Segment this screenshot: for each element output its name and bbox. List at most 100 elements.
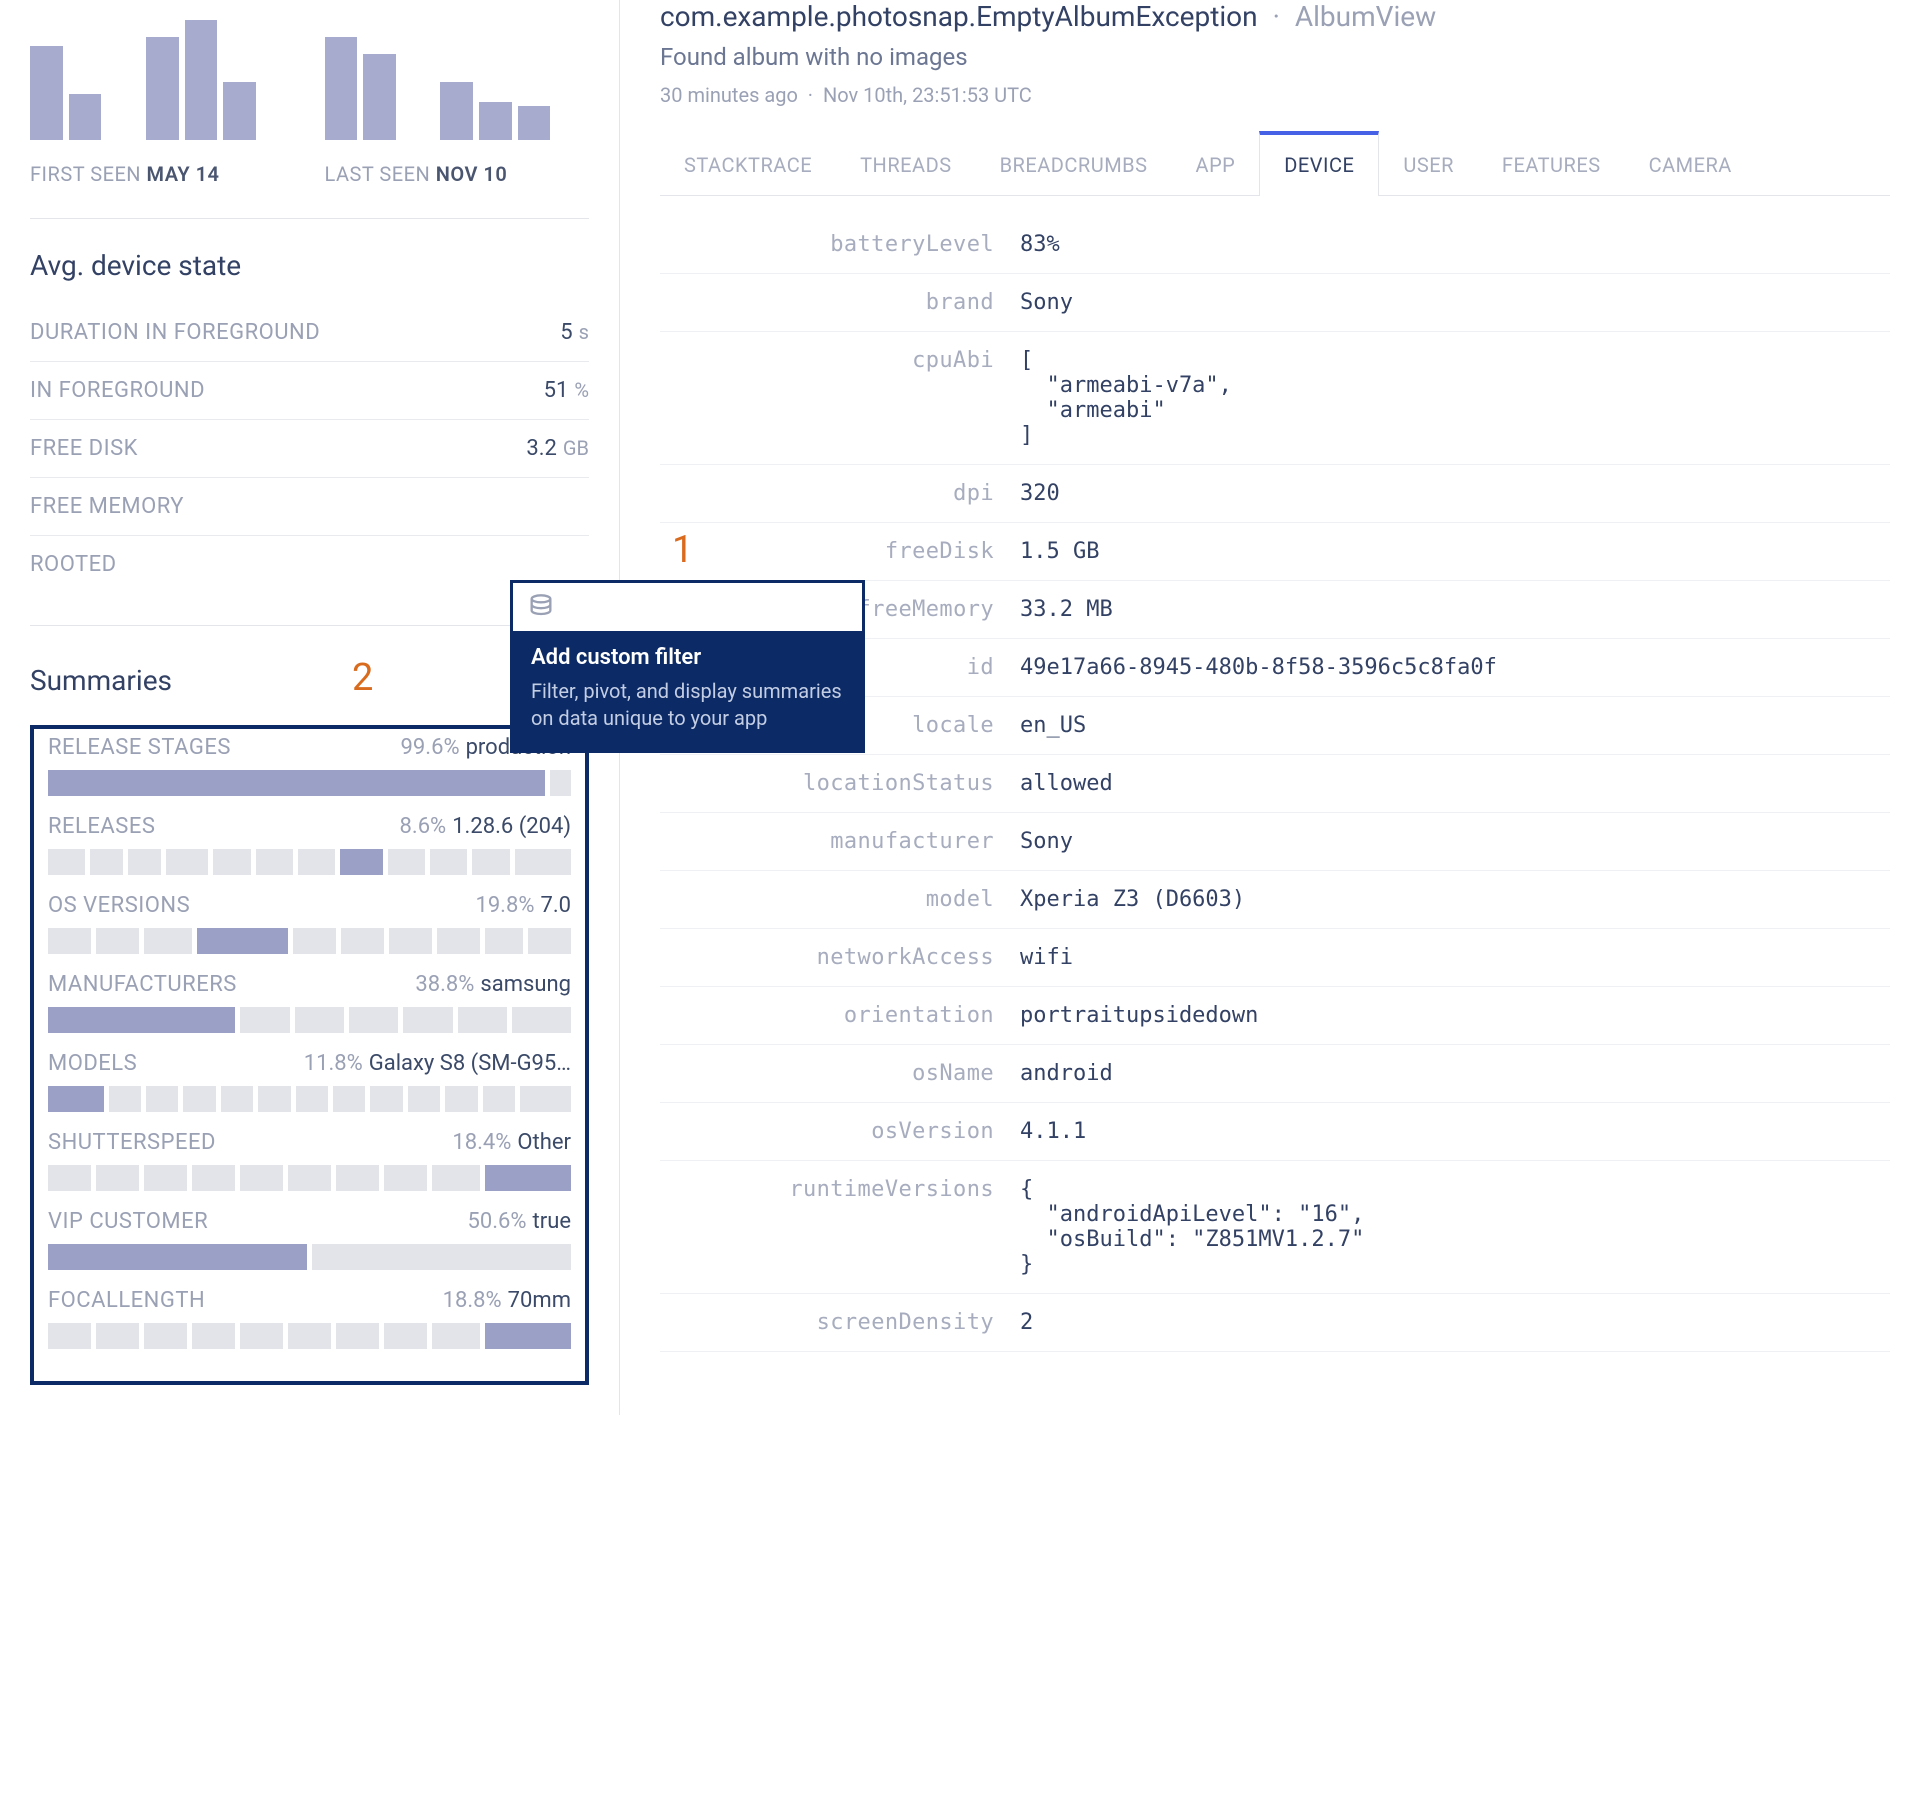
- summary-label: 70mm: [508, 1288, 571, 1313]
- device-value: 83%: [1020, 216, 1890, 274]
- device-properties-table: batteryLevel83%brandSonycpuAbi[ "armeabi…: [660, 216, 1890, 1352]
- tab-breadcrumbs[interactable]: BREADCRUMBS: [976, 131, 1172, 195]
- device-key: brand: [660, 274, 1020, 332]
- avg-row: IN FOREGROUND51%: [30, 362, 589, 420]
- summary-bar: [48, 1165, 571, 1191]
- summary-item[interactable]: SHUTTERSPEED18.4%Other: [48, 1130, 571, 1191]
- device-value: en_US: [1020, 697, 1890, 755]
- device-key: model: [660, 871, 1020, 929]
- tab-user[interactable]: USER: [1379, 131, 1478, 195]
- chart-bar: [185, 20, 218, 140]
- last-seen-label: LAST SEEN: [325, 162, 431, 186]
- device-key: cpuAbi: [660, 332, 1020, 465]
- summary-item[interactable]: VIP CUSTOMER 50.6%true: [48, 1209, 571, 1270]
- summary-item[interactable]: MODELS11.8%Galaxy S8 (SM-G95…: [48, 1051, 571, 1112]
- summary-key: RELEASES: [48, 814, 155, 839]
- tooltip-title: Add custom filter: [531, 645, 701, 670]
- tab-device[interactable]: DEVICE: [1259, 131, 1379, 196]
- device-value: 33.2 MB: [1020, 581, 1890, 639]
- summary-pct: 11.8%: [304, 1051, 363, 1076]
- tab-stacktrace[interactable]: STACKTRACE: [660, 131, 836, 195]
- device-key: osName: [660, 1045, 1020, 1103]
- device-value: 320: [1020, 465, 1890, 523]
- device-key: dpi: [660, 465, 1020, 523]
- summary-pct: 18.4%: [452, 1130, 511, 1155]
- device-value: android: [1020, 1045, 1890, 1103]
- avg-row: FREE MEMORY: [30, 478, 589, 536]
- device-row: locationStatusallowed: [660, 755, 1890, 813]
- summary-item[interactable]: FOCALLENGTH 18.8%70mm: [48, 1288, 571, 1349]
- chart-bar: [363, 54, 396, 140]
- avg-row: ROOTED: [30, 536, 589, 594]
- tab-app[interactable]: APP: [1172, 131, 1260, 195]
- chart-bar: [325, 37, 358, 140]
- summary-key: FOCALLENGTH: [48, 1288, 205, 1313]
- summary-pct: 50.6%: [468, 1209, 527, 1234]
- device-row: runtimeVersions{ "androidApiLevel": "16"…: [660, 1161, 1890, 1294]
- device-key: networkAccess: [660, 929, 1020, 987]
- summary-key: MANUFACTURERS: [48, 972, 237, 997]
- first-seen-label: FIRST SEEN: [30, 162, 141, 186]
- device-row: osNameandroid: [660, 1045, 1890, 1103]
- summary-label: Galaxy S8 (SM-G95…: [369, 1051, 571, 1076]
- chart-bar: [30, 46, 63, 140]
- avg-key: ROOTED: [30, 536, 490, 594]
- detail-tabs: STACKTRACETHREADSBREADCRUMBSAPPDEVICEUSE…: [660, 131, 1890, 196]
- device-key: freeDisk: [660, 523, 1020, 581]
- chart-bar: [223, 82, 256, 140]
- device-value: 49e17a66-8945-480b-8f58-3596c5c8fa0f: [1020, 639, 1890, 697]
- summary-item[interactable]: RELEASE STAGES99.6%production: [48, 735, 571, 796]
- avg-value: [490, 478, 589, 536]
- avg-value: 51%: [490, 362, 589, 420]
- tab-camera[interactable]: CAMERA: [1625, 131, 1756, 195]
- exception-location: AlbumView: [1295, 0, 1436, 33]
- avg-key: DURATION IN FOREGROUND: [30, 304, 490, 362]
- summary-label: samsung: [480, 972, 571, 997]
- device-row: osVersion4.1.1: [660, 1103, 1890, 1161]
- device-value: allowed: [1020, 755, 1890, 813]
- avg-row: FREE DISK3.2GB: [30, 420, 589, 478]
- tab-features[interactable]: FEATURES: [1478, 131, 1625, 195]
- tab-threads[interactable]: THREADS: [836, 131, 975, 195]
- summary-label: true: [533, 1209, 571, 1234]
- summary-bar: [48, 770, 571, 796]
- error-meta: 30 minutes ago · Nov 10th, 23:51:53 UTC: [660, 83, 1890, 107]
- summary-key: SHUTTERSPEED: [48, 1130, 216, 1155]
- chart-bar: [440, 82, 473, 140]
- device-row: dpi320: [660, 465, 1890, 523]
- device-row: modelXperia Z3 (D6603): [660, 871, 1890, 929]
- avg-value: 3.2GB: [490, 420, 589, 478]
- summary-pct: 38.8%: [415, 972, 474, 997]
- chart-bar: [518, 106, 551, 140]
- device-key: batteryLevel: [660, 216, 1020, 274]
- summaries-panel: RELEASE STAGES99.6%production RELEASES8.6…: [30, 725, 589, 1385]
- avg-row: DURATION IN FOREGROUND5s: [30, 304, 589, 362]
- tooltip-body: Filter, pivot, and display summaries on …: [531, 678, 844, 732]
- summary-key: OS VERSIONS: [48, 893, 190, 918]
- device-row: screenDensity2: [660, 1294, 1890, 1352]
- device-value: 1.5 GB: [1020, 523, 1890, 581]
- device-key: manufacturer: [660, 813, 1020, 871]
- add-custom-filter-tooltip[interactable]: Add custom filter Filter, pivot, and dis…: [510, 580, 865, 753]
- summaries-title: Summaries: [30, 664, 172, 697]
- summary-label: 7.0: [540, 893, 571, 918]
- avg-key: FREE MEMORY: [30, 478, 490, 536]
- device-row: cpuAbi[ "armeabi-v7a", "armeabi" ]: [660, 332, 1890, 465]
- device-value: [ "armeabi-v7a", "armeabi" ]: [1020, 332, 1890, 465]
- device-key: osVersion: [660, 1103, 1020, 1161]
- summary-item[interactable]: OS VERSIONS19.8%7.0: [48, 893, 571, 954]
- avg-device-state-table: DURATION IN FOREGROUND5sIN FOREGROUND51%…: [30, 304, 589, 593]
- device-row: freeDisk1.5 GB: [660, 523, 1890, 581]
- device-row: batteryLevel83%: [660, 216, 1890, 274]
- summary-label: 1.28.6 (204): [452, 814, 571, 839]
- last-seen-date: NOV 10: [436, 162, 508, 186]
- device-row: brandSony: [660, 274, 1890, 332]
- summary-item[interactable]: RELEASES8.6%1.28.6 (204): [48, 814, 571, 875]
- summary-item[interactable]: MANUFACTURERS 38.8%samsung: [48, 972, 571, 1033]
- summary-pct: 18.8%: [443, 1288, 502, 1313]
- avg-value: 5s: [490, 304, 589, 362]
- summary-bar: [48, 849, 571, 875]
- summary-key: VIP CUSTOMER: [48, 1209, 208, 1234]
- device-key: locationStatus: [660, 755, 1020, 813]
- chart-bar: [146, 37, 179, 140]
